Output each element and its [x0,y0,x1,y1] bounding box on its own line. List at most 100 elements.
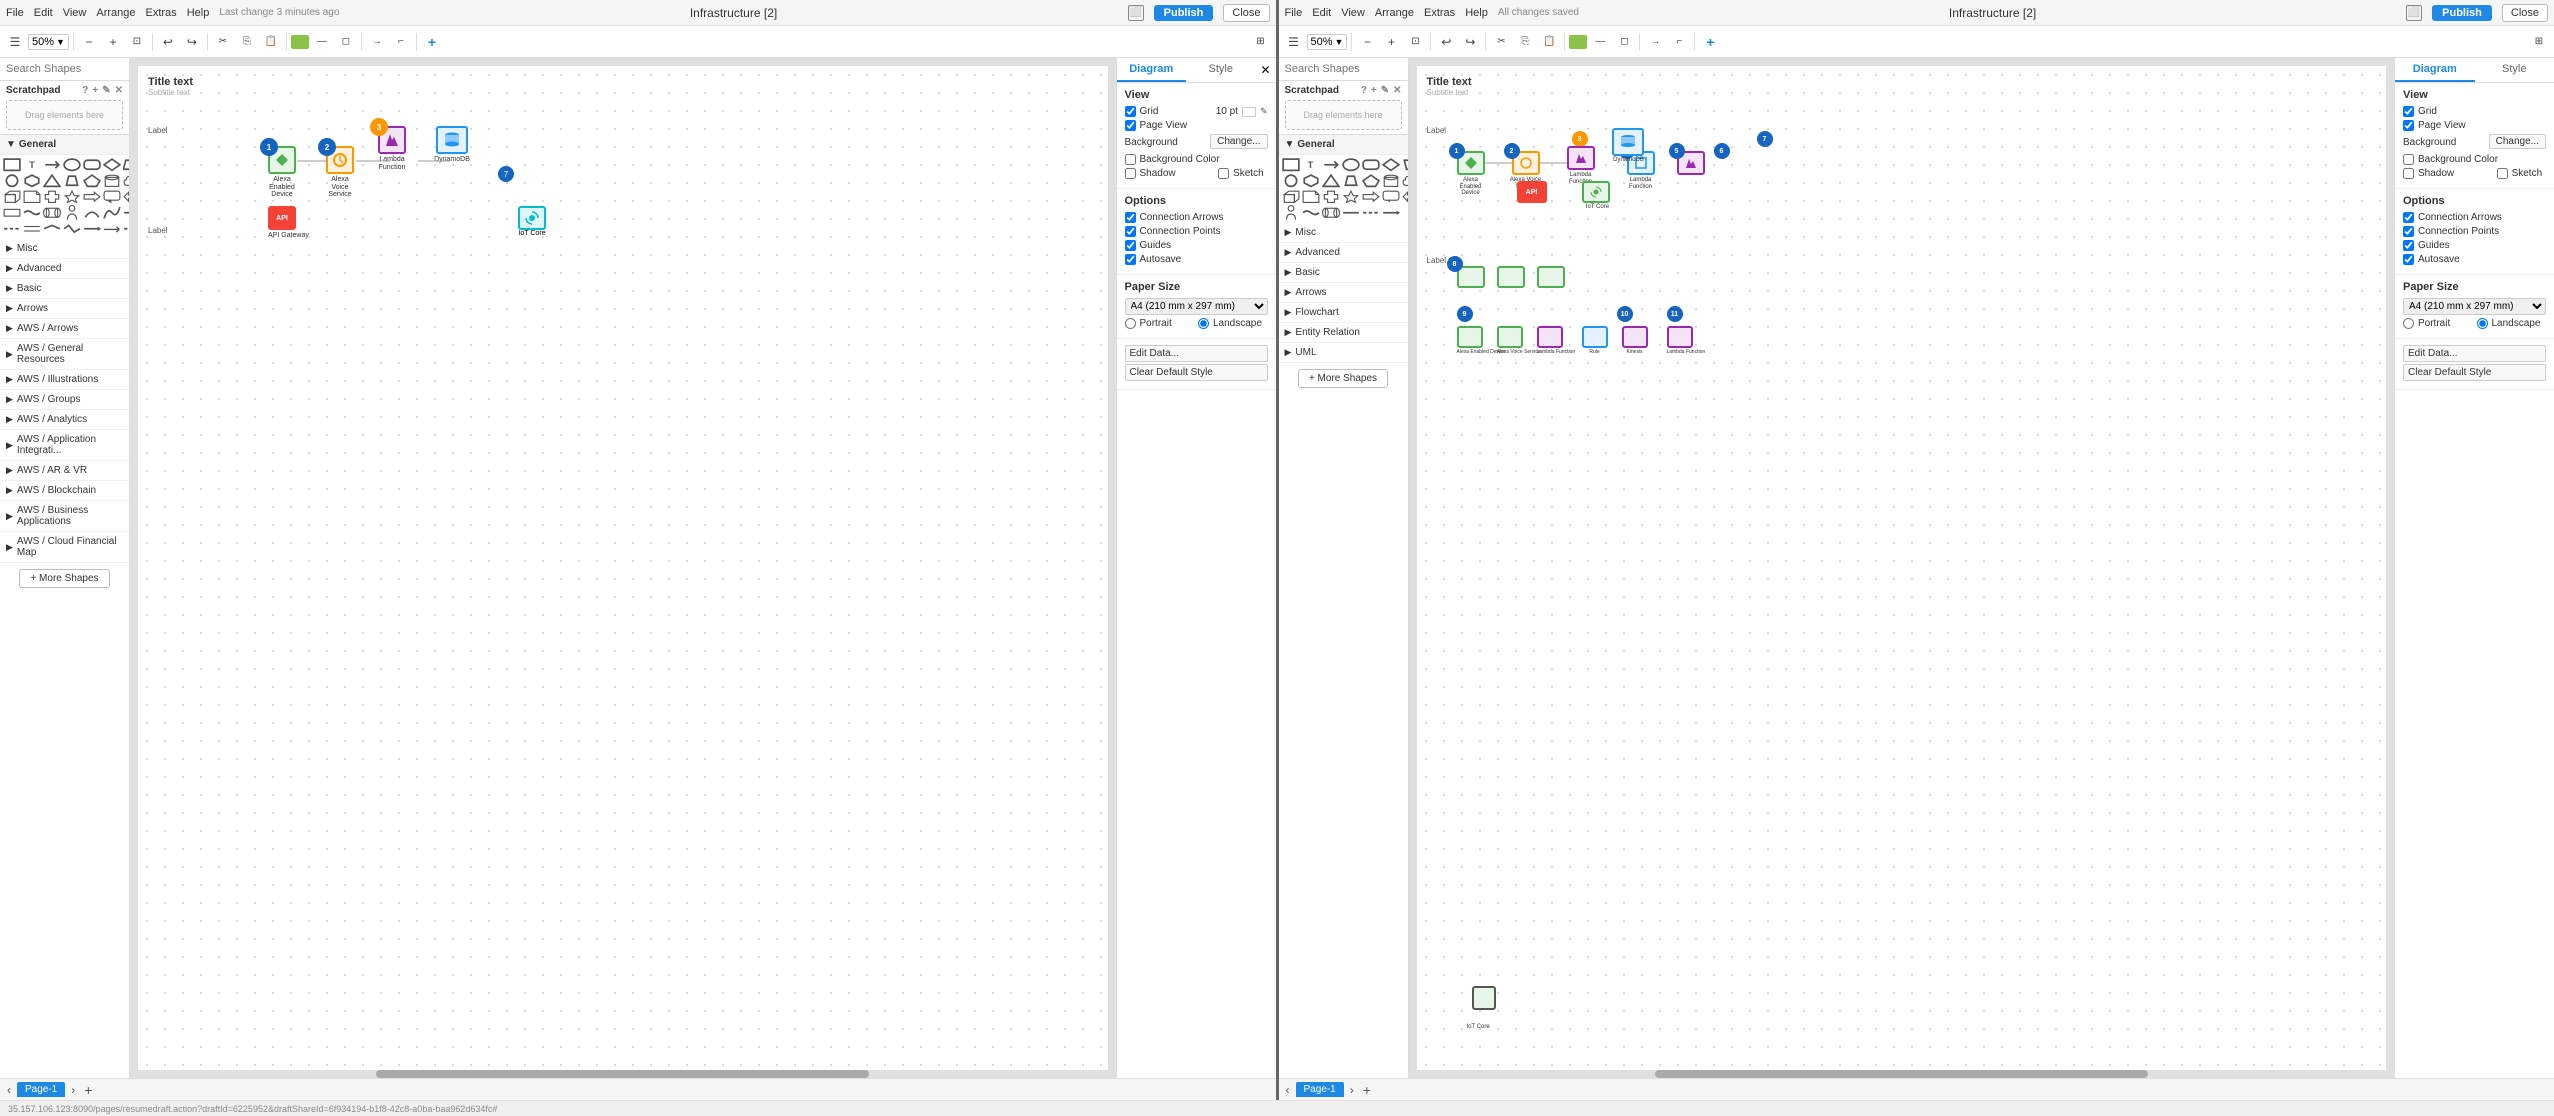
menu-help-left[interactable]: Help [187,7,210,19]
rs-cross[interactable] [1322,190,1340,204]
grid-checkbox-right[interactable] [2403,106,2414,117]
page-add-right[interactable]: + [1360,1082,1374,1098]
waypoint-right[interactable]: ⌐ [1668,31,1690,53]
shape-cross[interactable] [43,190,61,204]
clear-style-button-left[interactable]: Clear Default Style [1125,364,1268,381]
hscrollbar-right[interactable] [1409,1070,2395,1078]
guides-checkbox-right[interactable] [2403,240,2414,251]
scratchpad-close-icon-right[interactable]: ✕ [1393,85,1401,96]
menu-edit-right[interactable]: Edit [1312,7,1331,19]
rs-rhombus[interactable] [1382,158,1400,172]
rs-callout[interactable] [1382,190,1400,204]
scratchpad-add-icon-right[interactable]: + [1371,85,1377,96]
fill-left[interactable] [291,35,309,49]
shape-arrow[interactable] [83,190,101,204]
shape-link[interactable] [43,158,61,172]
conn-points-checkbox-right[interactable] [2403,226,2414,237]
menu-extras-right[interactable]: Extras [1424,7,1455,19]
zoom-out-left[interactable]: − [78,31,100,53]
menu-extras-left[interactable]: Extras [146,7,177,19]
line-left[interactable]: — [311,31,333,53]
menu-view-right[interactable]: View [1341,7,1365,19]
fill-right[interactable] [1569,35,1587,49]
page-view-checkbox-left[interactable] [1125,120,1136,131]
maximize-icon-right[interactable]: ⬜ [2406,5,2422,21]
rs-trap[interactable] [1342,174,1360,188]
shape-line1[interactable] [123,206,129,220]
page-tab-1-left[interactable]: Page-1 [17,1082,65,1097]
portrait-radio-left[interactable] [1125,318,1136,329]
copy-left[interactable]: ⎘ [236,31,258,53]
sketch-checkbox-right[interactable] [2497,168,2508,179]
rs-text[interactable]: T [1302,158,1320,172]
nav-aws-ar-left[interactable]: ▶ AWS / AR & VR [0,461,129,481]
page-prev-left[interactable]: ‹ [4,1083,14,1097]
shape-note[interactable] [23,190,41,204]
shape-arc[interactable] [83,206,101,220]
undo-right[interactable]: ↩ [1435,31,1457,53]
change-bg-button-right[interactable]: Change... [2489,134,2546,149]
scratchpad-close-icon-left[interactable]: ✕ [115,85,123,96]
line-right[interactable]: — [1589,31,1611,53]
hscrollbar-left[interactable] [130,1070,1116,1078]
change-bg-button-left[interactable]: Change... [1210,134,1267,149]
menu-help-right[interactable]: Help [1465,7,1488,19]
shape-ellipse[interactable] [63,158,81,172]
redo-left[interactable]: ↪ [181,31,203,53]
zoom-fit-right[interactable]: ⊡ [1404,31,1426,53]
menu-arrange-right[interactable]: Arrange [1375,7,1414,19]
shape-arrow-line[interactable] [83,222,101,236]
shape-callout[interactable] [103,190,121,204]
cut-right[interactable]: ✂ [1490,31,1512,53]
grid-color-left[interactable] [1242,107,1256,117]
close-button-right[interactable]: Close [2502,4,2548,22]
shape-circle[interactable] [3,174,21,188]
shape-curved[interactable] [103,206,121,220]
publish-button-left[interactable]: Publish [1154,5,1214,21]
rs-tri[interactable] [1322,174,1340,188]
rs-line2[interactable] [1362,206,1380,220]
rs-rect[interactable] [1282,158,1300,172]
nav-advanced-left[interactable]: ▶ Advanced [0,259,129,279]
scratchpad-help-icon-left[interactable]: ? [82,85,88,96]
edit-data-button-right[interactable]: Edit Data... [2403,345,2546,362]
landscape-radio-right[interactable] [2477,318,2488,329]
view-toggle-left[interactable]: ⊞ [1250,31,1272,53]
shape-line5[interactable] [63,222,81,236]
sketch-checkbox-left[interactable] [1218,168,1229,179]
canvas-right[interactable]: Title text Subtitle text Label Label 1 A… [1409,58,2395,1078]
shape-rect[interactable] [3,158,21,172]
shadow-right[interactable]: ◻ [1613,31,1635,53]
menu-edit-left[interactable]: Edit [34,7,53,19]
connector-right[interactable]: → [1644,31,1666,53]
bg-color-checkbox-left[interactable] [1125,154,1136,165]
nav-aws-arrows-left[interactable]: ▶ AWS / Arrows [0,319,129,339]
general-section-right[interactable]: ▼ General [1279,135,1408,155]
conn-points-checkbox-left[interactable] [1125,226,1136,237]
scratchpad-help-icon-right[interactable]: ? [1361,85,1367,96]
page-view-checkbox-right[interactable] [2403,120,2414,131]
shape-line4[interactable] [43,222,61,236]
undo-left[interactable]: ↩ [157,31,179,53]
paper-size-select-left[interactable]: A4 (210 mm x 297 mm) [1125,298,1268,315]
view-toggle-right[interactable]: ⊞ [2528,31,2550,53]
edit-data-button-left[interactable]: Edit Data... [1125,345,1268,362]
shadow-checkbox-right[interactable] [2403,168,2414,179]
nav-basic-right[interactable]: ▶ Basic [1279,263,1408,283]
clear-style-button-right[interactable]: Clear Default Style [2403,364,2546,381]
shape-trapezoid[interactable] [63,174,81,188]
shape-line3[interactable] [23,222,41,236]
nav-aws-cloud-left[interactable]: ▶ AWS / Cloud Financial Map [0,532,129,563]
rs-cyl[interactable] [1382,174,1400,188]
page-tab-1-right[interactable]: Page-1 [1296,1082,1344,1097]
autosave-checkbox-right[interactable] [2403,254,2414,265]
more-shapes-button-left[interactable]: + More Shapes [19,569,109,588]
page-next-right[interactable]: › [1347,1083,1357,1097]
waypoint-left[interactable]: ⌐ [390,31,412,53]
paste-right[interactable]: 📋 [1538,31,1560,53]
nav-misc-right[interactable]: ▶ Misc [1279,223,1408,243]
connector-left[interactable]: → [366,31,388,53]
rs-queue[interactable] [1322,206,1340,220]
rs-ellipse[interactable] [1342,158,1360,172]
nav-uml-right[interactable]: ▶ UML [1279,343,1408,363]
